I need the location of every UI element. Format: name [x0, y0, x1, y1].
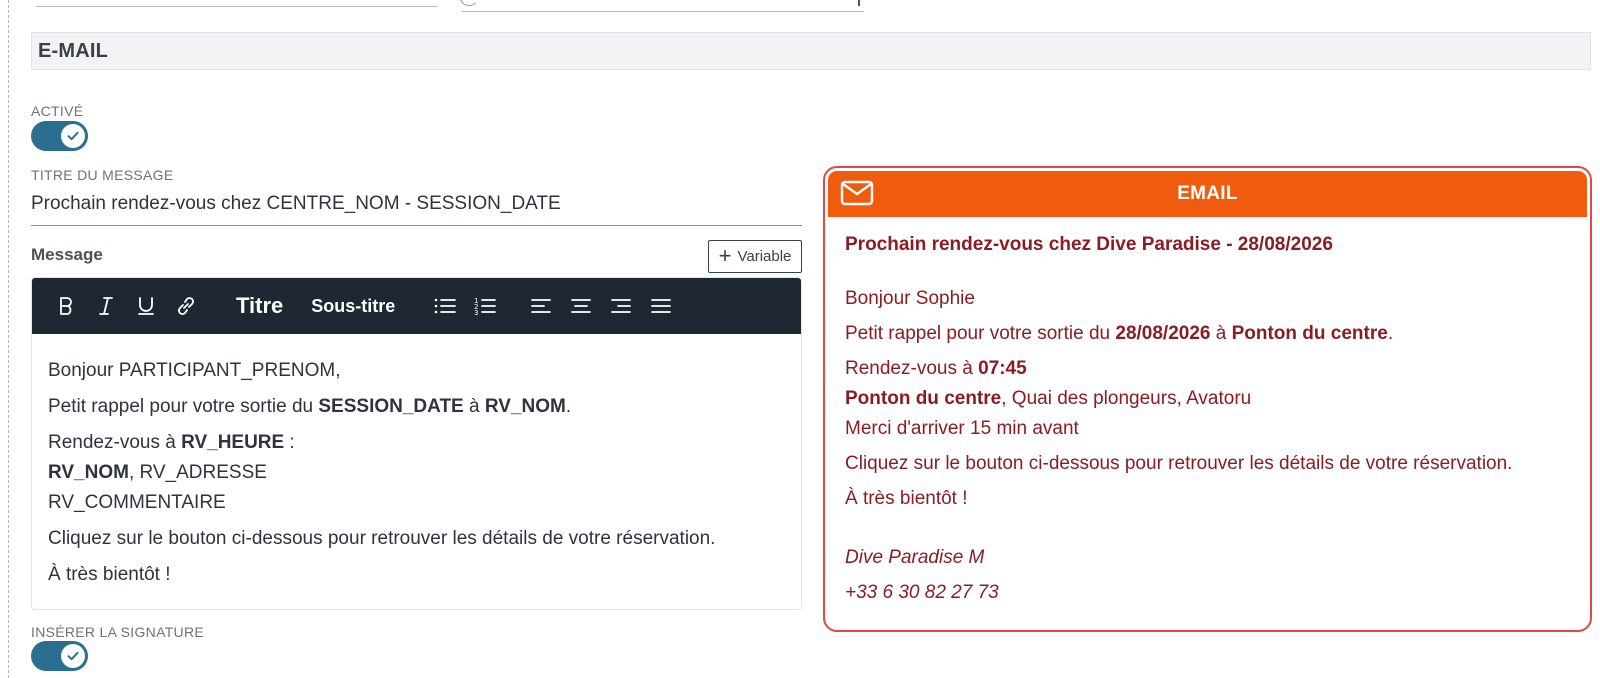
preview-reminder: Petit rappel pour votre sortie du 28/08/…	[845, 323, 1394, 344]
editor-comment: RV_COMMENTAIRE	[48, 492, 226, 513]
title-label: TITRE DU MESSAGE	[31, 167, 174, 183]
variable-button[interactable]: + Variable	[708, 240, 802, 273]
email-preview: EMAIL Prochain rendez-vous chez Dive Par…	[823, 166, 1592, 632]
editor-reminder: Petit rappel pour votre sortie du SESSIO…	[48, 396, 572, 417]
align-right-icon[interactable]	[601, 286, 641, 326]
underline-icon[interactable]	[126, 286, 166, 326]
mail-icon	[840, 179, 874, 212]
preview-signature-phone: +33 6 30 82 27 73	[845, 582, 999, 603]
preview-bye: À très bientôt !	[845, 488, 968, 509]
editor-greeting: Bonjour PARTICIPANT_PRENOM,	[48, 360, 341, 381]
editor-toolbar: Titre Sous-titre 123	[32, 278, 801, 334]
editor-content[interactable]: Bonjour PARTICIPANT_PRENOM, Petit rappel…	[32, 334, 801, 590]
top-select-partial[interactable]	[460, 0, 864, 12]
heading-button[interactable]: Titre	[222, 286, 297, 326]
align-left-icon[interactable]	[521, 286, 561, 326]
align-justify-icon[interactable]	[641, 286, 681, 326]
preview-header: EMAIL	[828, 171, 1587, 217]
preview-meeting: Rendez-vous à 07:45	[845, 358, 1027, 379]
link-icon[interactable]	[166, 286, 206, 326]
subheading-button[interactable]: Sous-titre	[297, 286, 409, 326]
bullet-list-icon[interactable]	[425, 286, 465, 326]
active-toggle[interactable]	[31, 121, 88, 151]
preview-subject: Prochain rendez-vous chez Dive Paradise …	[845, 234, 1333, 255]
bold-icon[interactable]	[46, 286, 86, 326]
preview-comment: Merci d'arriver 15 min avant	[845, 418, 1079, 439]
select-icon	[460, 0, 478, 6]
editor-meeting: Rendez-vous à RV_HEURE :	[48, 432, 295, 453]
svg-text:3: 3	[474, 309, 478, 316]
section-header-email: E-MAIL	[31, 32, 1591, 70]
editor-place: RV_NOM, RV_ADRESSE	[48, 462, 267, 483]
preview-place: Ponton du centre, Quai des plongeurs, Av…	[845, 388, 1252, 409]
top-field-partial[interactable]	[36, 0, 438, 7]
variable-button-label: Variable	[737, 248, 792, 265]
message-editor[interactable]: Titre Sous-titre 123 Bonjour PARTICIPANT…	[31, 277, 802, 610]
align-center-icon[interactable]	[561, 286, 601, 326]
italic-icon[interactable]	[86, 286, 126, 326]
left-guide-line	[8, 0, 9, 678]
active-label: ACTIVÉ	[31, 103, 84, 119]
check-icon	[61, 644, 85, 668]
preview-body: Prochain rendez-vous chez Dive Paradise …	[845, 230, 1576, 613]
ordered-list-icon[interactable]: 123	[465, 286, 505, 326]
plus-icon: +	[718, 242, 732, 268]
message-label: Message	[31, 245, 103, 264]
preview-greeting: Bonjour Sophie	[845, 288, 975, 309]
preview-click-text: Cliquez sur le bouton ci-dessous pour re…	[845, 453, 1513, 474]
editor-click-text: Cliquez sur le bouton ci-dessous pour re…	[48, 528, 716, 549]
signature-toggle[interactable]	[31, 641, 88, 671]
preview-signature-name: Dive Paradise M	[845, 547, 985, 568]
editor-bye: À très bientôt !	[48, 564, 171, 585]
title-input[interactable]: Prochain rendez-vous chez CENTRE_NOM - S…	[31, 190, 802, 226]
preview-header-title: EMAIL	[1177, 183, 1238, 204]
check-icon	[61, 124, 85, 148]
signature-label: INSÉRER LA SIGNATURE	[31, 624, 205, 640]
